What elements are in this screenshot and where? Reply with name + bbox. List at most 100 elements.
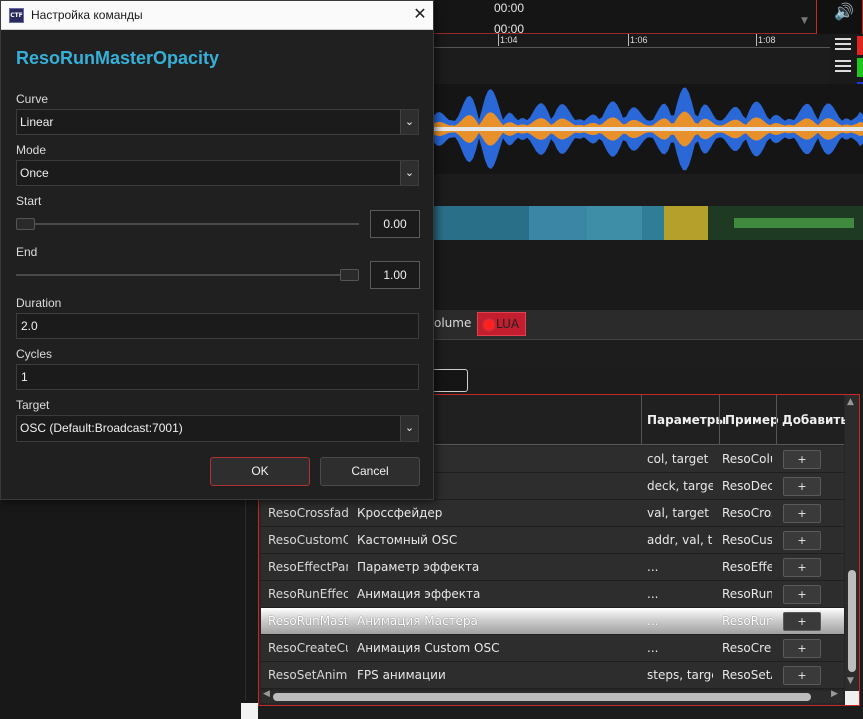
deck-area (434, 240, 863, 310)
table-row[interactable]: ResoCrossfade Кроссфейдер val, target ResoC… (261, 500, 844, 527)
table-row[interactable]: ResoRunMaste Анимация Мастера... ResoRunI + (261, 608, 844, 635)
ruler-label: 1:08 (758, 35, 776, 45)
row-example: ResoColu (722, 452, 772, 466)
column-header-example[interactable]: Пример (719, 395, 779, 445)
tab-lua[interactable]: LUA (477, 312, 526, 336)
screen: 00:00 00:00 ▼ 🔊 1:04 1:06 1:08 olume LUA (0, 0, 863, 719)
tab-volume[interactable]: olume (434, 316, 471, 330)
start-slider-handle[interactable] (16, 218, 35, 230)
table-row[interactable]: ResoEffectPara Параметр эффекта... ResoEff… (261, 554, 844, 581)
row-description: FPS анимации (357, 668, 446, 682)
add-button[interactable]: + (783, 639, 821, 658)
row-description: Кроссфейдер (357, 506, 443, 520)
ok-button[interactable]: OK (210, 457, 310, 486)
menu-icon[interactable] (835, 60, 851, 75)
channel-color-red (857, 36, 863, 55)
chevron-down-icon[interactable]: ⌄ (400, 416, 418, 441)
curve-select[interactable]: Linear ⌄ (16, 109, 419, 135)
duration-field[interactable]: 2.0 (16, 313, 419, 339)
end-value-field[interactable]: 1.00 (370, 261, 420, 289)
scroll-thumb[interactable] (848, 570, 856, 672)
row-name: ResoCreateCus (268, 641, 348, 655)
add-button[interactable]: + (783, 558, 821, 577)
horizontal-scrollbar[interactable]: ◀ ▶ (261, 689, 843, 703)
row-name: ResoSetAnimat (268, 668, 348, 682)
end-label: End (16, 245, 38, 259)
row-params: ... (647, 587, 659, 601)
left-panel (0, 500, 258, 719)
timecode-display: 00:00 (494, 1, 525, 15)
row-description: Кастомный OSC (357, 533, 458, 547)
waveform-overview[interactable] (434, 206, 863, 240)
toolbar-area (434, 341, 863, 367)
scroll-down-icon[interactable]: ▼ (801, 16, 808, 26)
duration-label: Duration (16, 296, 62, 310)
target-label: Target (16, 398, 50, 412)
row-example: ResoSetA (722, 668, 772, 682)
scroll-down-icon[interactable]: ▼ (847, 676, 854, 686)
ruler-tick (498, 34, 499, 46)
row-example: ResoDecl (722, 479, 772, 493)
window-title: Настройка команды (31, 8, 143, 22)
ruler-label: 1:06 (630, 35, 648, 45)
ruler-tick (628, 34, 629, 46)
command-name: ResoRunMasterOpacity (16, 48, 220, 68)
cycles-field[interactable]: 1 (16, 364, 419, 390)
target-select[interactable]: OSC (Default:Broadcast:7001) ⌄ (16, 415, 419, 442)
scroll-corner (845, 691, 859, 705)
cancel-button[interactable]: Cancel (320, 457, 420, 486)
add-button[interactable]: + (783, 504, 821, 523)
curve-label: Curve (16, 92, 49, 106)
command-settings-dialog: CTF Настройка команды ✕ ResoRunMasterOpa… (0, 0, 434, 500)
row-example: ResoEffec (722, 560, 772, 574)
scroll-thumb[interactable] (273, 693, 811, 701)
table-row[interactable]: ResoCreateCus Анимация Custom OSC... ResoC… (261, 635, 844, 662)
row-name: ResoEffectPara (268, 560, 348, 574)
chevron-down-icon[interactable]: ⌄ (400, 161, 418, 185)
waveform-main[interactable] (434, 84, 863, 174)
chevron-down-icon[interactable]: ⌄ (400, 110, 418, 134)
add-button[interactable]: + (783, 477, 821, 496)
row-params: ... (647, 641, 659, 655)
add-button[interactable]: + (783, 585, 821, 604)
row-params: ... (647, 560, 659, 574)
timecode-display: 00:00 (494, 22, 525, 34)
add-button[interactable]: + (783, 666, 821, 685)
menu-icon[interactable] (835, 38, 851, 53)
row-description: Параметр эффекта (357, 560, 480, 574)
add-button[interactable]: + (783, 531, 821, 550)
end-slider-handle[interactable] (340, 269, 359, 281)
add-button[interactable]: + (783, 450, 821, 469)
add-button[interactable]: + (783, 612, 821, 631)
start-slider[interactable] (16, 223, 359, 225)
table-row[interactable]: ResoSetAnimat FPS анимации steps, target Re… (261, 662, 844, 689)
start-value-field[interactable]: 0.00 (370, 210, 420, 238)
row-example: ResoRunI (722, 614, 772, 628)
scroll-left-icon[interactable]: ◀ (263, 689, 270, 699)
ruler-tick (756, 34, 757, 46)
row-params: val, target (647, 506, 709, 520)
row-name: ResoRunEffect (268, 587, 348, 601)
row-params: ... (647, 614, 659, 628)
row-params: col, target (647, 452, 709, 466)
vertical-scrollbar[interactable]: ▲ ▼ (845, 395, 859, 691)
close-icon[interactable]: ✕ (411, 4, 429, 23)
title-bar[interactable]: CTF Настройка команды ✕ (1, 1, 433, 30)
end-slider[interactable] (16, 274, 359, 276)
cycles-label: Cycles (16, 347, 53, 361)
scroll-right-icon[interactable]: ▶ (831, 689, 838, 699)
divider (245, 500, 246, 700)
table-row[interactable]: ResoCustomOS Кастомный OSC addr, val, tar R… (261, 527, 844, 554)
channel-color-green (857, 58, 863, 77)
column-header-params[interactable]: Параметры (641, 395, 726, 445)
scroll-up-icon[interactable]: ▲ (847, 397, 854, 407)
curve-value: Linear (20, 115, 54, 129)
mode-select[interactable]: Once ⌄ (16, 160, 419, 186)
transport-panel (434, 0, 816, 34)
table-row[interactable]: ResoRunEffect Анимация эффекта... ResoRunI… (261, 581, 844, 608)
column-header-add[interactable]: Добавить (776, 395, 848, 445)
timeline-ruler[interactable]: 1:04 1:06 1:08 (434, 34, 830, 48)
row-example: ResoRunI (722, 587, 772, 601)
speaker-icon[interactable]: 🔊 (834, 2, 854, 21)
start-label: Start (16, 194, 42, 208)
